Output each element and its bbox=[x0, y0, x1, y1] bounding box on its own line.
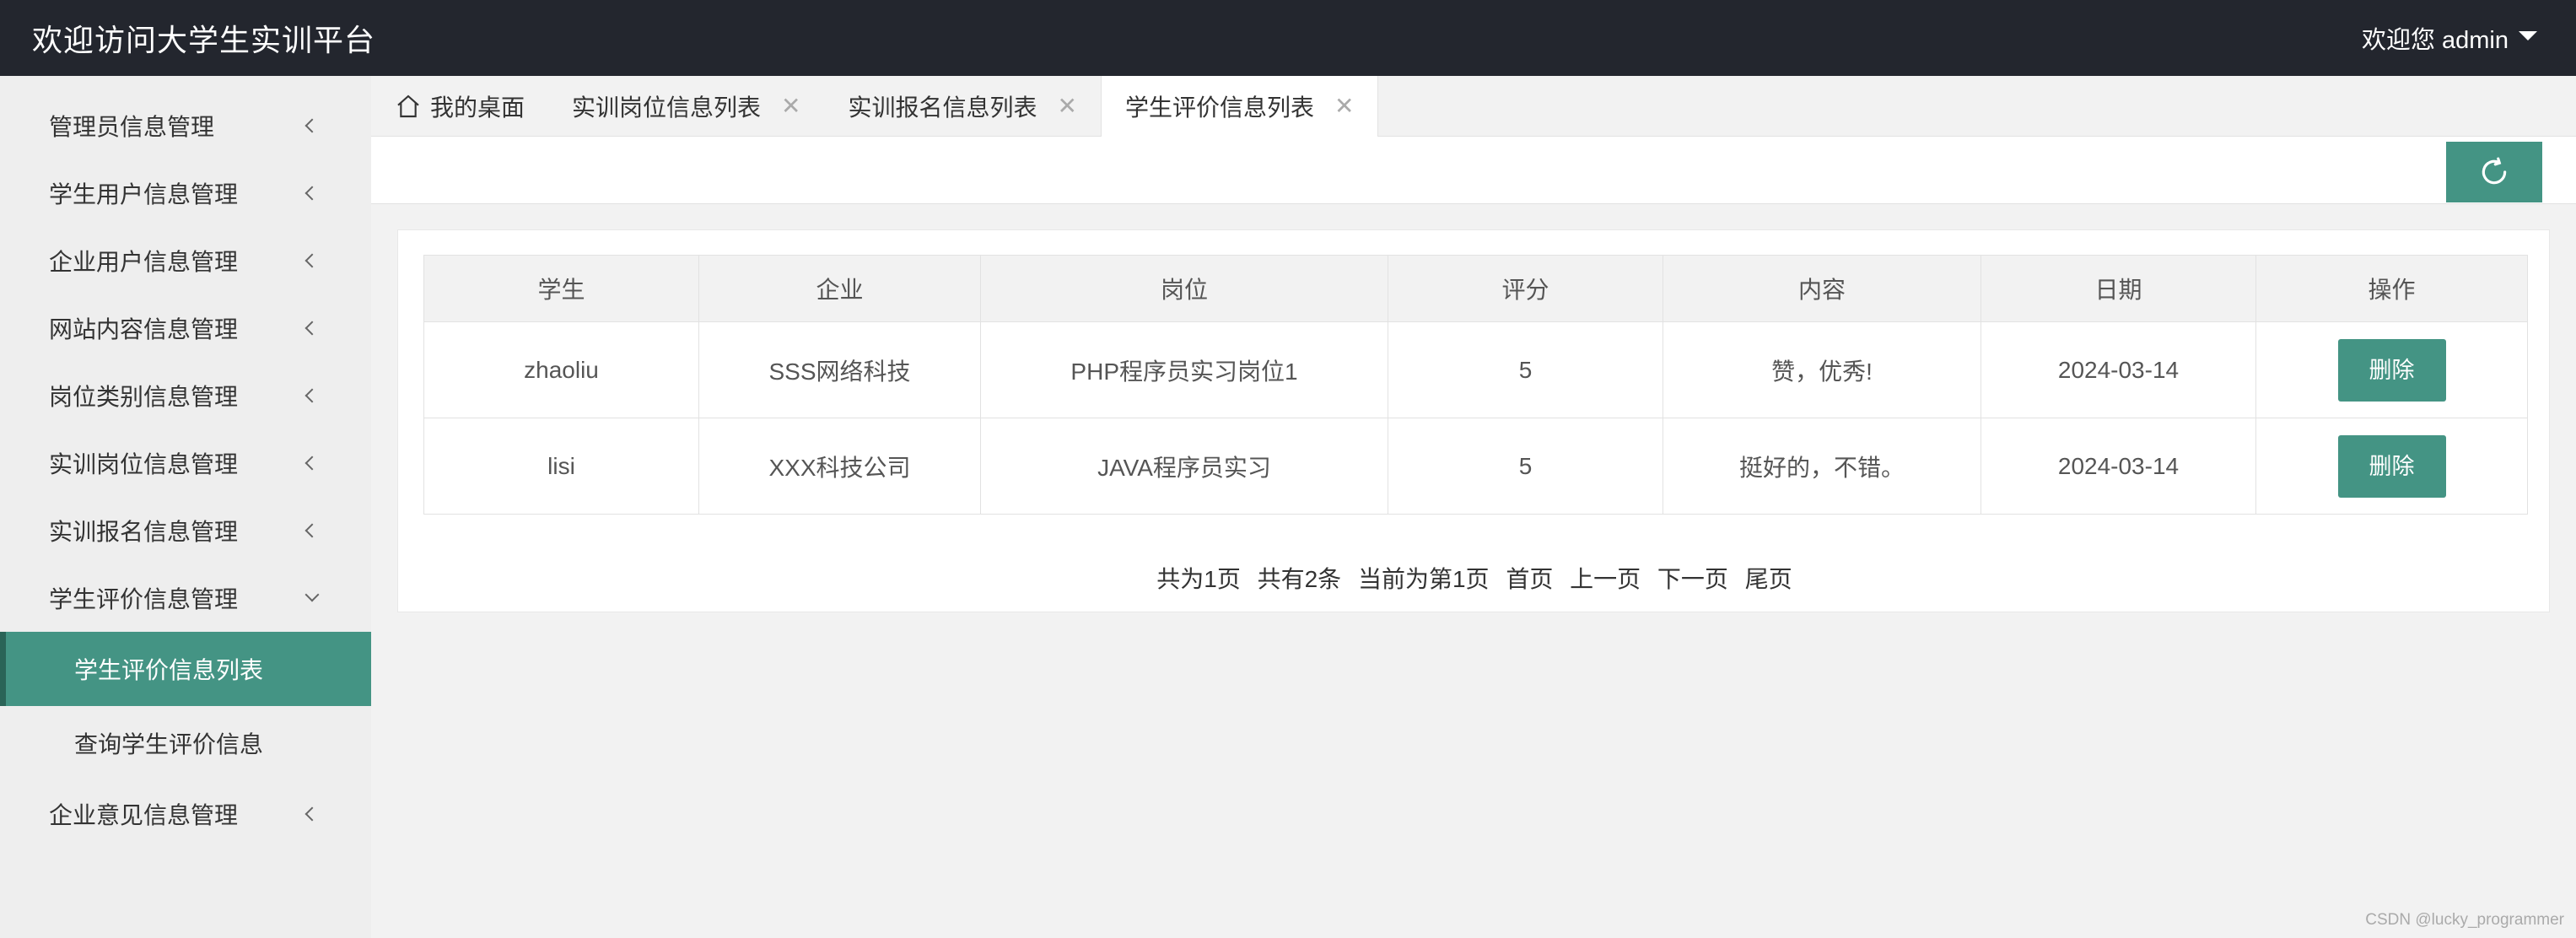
sidebar-item-job-category[interactable]: 岗位类别信息管理 bbox=[0, 362, 371, 429]
sidebar-item-label: 岗位类别信息管理 bbox=[49, 384, 239, 410]
close-icon[interactable]: ✕ bbox=[1334, 94, 1354, 118]
column-header: 企业 bbox=[698, 255, 981, 322]
sidebar-item-label: 管理员信息管理 bbox=[49, 114, 215, 140]
pager-current-page: 当前为第1页 bbox=[1357, 566, 1490, 592]
close-icon[interactable]: ✕ bbox=[781, 94, 800, 118]
cell-date: 2024-03-14 bbox=[1981, 418, 2256, 515]
top-header: 欢迎访问大学生实训平台 欢迎您 admin bbox=[0, 0, 2576, 76]
chevron-left-icon bbox=[304, 321, 320, 336]
chevron-left-icon bbox=[304, 253, 320, 268]
content-card: 学生 企业 岗位 评分 内容 日期 操作 zhaoliu SSS网络科技 PHP… bbox=[397, 229, 2550, 612]
chevron-left-icon bbox=[304, 456, 320, 471]
tab-desktop[interactable]: 我的桌面 bbox=[371, 76, 548, 136]
cell-student: lisi bbox=[423, 418, 699, 515]
tab-student-evaluation[interactable]: 学生评价信息列表 ✕ bbox=[1100, 76, 1379, 137]
cell-score: 5 bbox=[1388, 321, 1663, 418]
sidebar-item-label: 网站内容信息管理 bbox=[49, 316, 239, 342]
table-row: lisi XXX科技公司 JAVA程序员实习 5 挺好的，不错。 2024-03… bbox=[423, 418, 2528, 515]
sidebar-item-label: 实训报名信息管理 bbox=[49, 519, 239, 545]
pager-total-items: 共有2条 bbox=[1257, 566, 1342, 592]
sidebar-item-company-users[interactable]: 企业用户信息管理 bbox=[0, 227, 371, 294]
refresh-icon bbox=[2482, 157, 2507, 185]
tab-training-signup[interactable]: 实训报名信息列表 ✕ bbox=[825, 76, 1101, 136]
cell-score: 5 bbox=[1388, 418, 1663, 515]
watermark: CSDN @lucky_programmer bbox=[2365, 911, 2564, 929]
cell-student: zhaoliu bbox=[423, 321, 699, 418]
tab-label: 我的桌面 bbox=[430, 94, 525, 121]
sidebar-item-student-users[interactable]: 学生用户信息管理 bbox=[0, 159, 371, 227]
toolbar bbox=[371, 137, 2576, 204]
tab-label: 学生评价信息列表 bbox=[1124, 94, 1314, 121]
chevron-left-icon bbox=[304, 186, 320, 201]
table-row: zhaoliu SSS网络科技 PHP程序员实习岗位1 5 赞，优秀! 2024… bbox=[423, 321, 2528, 418]
pager-last-link[interactable]: 尾页 bbox=[1745, 566, 1792, 592]
user-menu[interactable]: 欢迎您 admin bbox=[2362, 20, 2537, 56]
refresh-button[interactable] bbox=[2446, 142, 2542, 202]
column-header: 内容 bbox=[1663, 255, 1981, 322]
pager-prev-link[interactable]: 上一页 bbox=[1570, 566, 1641, 592]
cell-date: 2024-03-14 bbox=[1981, 321, 2256, 418]
close-icon[interactable]: ✕ bbox=[1058, 94, 1077, 118]
sidebar-item-label: 企业意见信息管理 bbox=[49, 802, 239, 828]
caret-down-icon bbox=[2519, 30, 2537, 40]
delete-button[interactable]: 删除 bbox=[2337, 338, 2446, 402]
sidebar-item-label: 学生评价信息管理 bbox=[49, 586, 239, 612]
tab-label: 实训报名信息列表 bbox=[848, 94, 1037, 121]
sidebar-item-site-content[interactable]: 网站内容信息管理 bbox=[0, 294, 371, 362]
app-title: 欢迎访问大学生实训平台 bbox=[32, 23, 376, 57]
cell-company: SSS网络科技 bbox=[698, 321, 981, 418]
sidebar: 管理员信息管理 学生用户信息管理 企业用户信息管理 网站内容信息管理 岗位类别信… bbox=[0, 76, 371, 938]
sidebar-subitem-evaluation-query[interactable]: 查询学生评价信息 bbox=[0, 706, 371, 780]
sidebar-subitem-evaluation-list[interactable]: 学生评价信息列表 bbox=[0, 632, 371, 706]
sidebar-item-label: 学生用户信息管理 bbox=[49, 181, 239, 208]
column-header: 岗位 bbox=[980, 255, 1388, 322]
pagination: 共为1页 共有2条 当前为第1页 首页 上一页 下一页 尾页 bbox=[398, 561, 2551, 595]
chevron-left-icon bbox=[304, 118, 320, 133]
pager-next-link[interactable]: 下一页 bbox=[1657, 566, 1728, 592]
chevron-left-icon bbox=[304, 388, 320, 403]
cell-position: PHP程序员实习岗位1 bbox=[980, 321, 1388, 418]
table-header-row: 学生 企业 岗位 评分 内容 日期 操作 bbox=[423, 255, 2528, 322]
user-greeting: 欢迎您 admin bbox=[2361, 27, 2509, 54]
column-header: 学生 bbox=[423, 255, 699, 322]
tab-label: 实训岗位信息列表 bbox=[572, 94, 762, 121]
cell-content: 挺好的，不错。 bbox=[1663, 418, 1981, 515]
home-icon bbox=[397, 94, 419, 117]
column-header: 评分 bbox=[1388, 255, 1663, 322]
sidebar-item-label: 企业用户信息管理 bbox=[49, 249, 239, 275]
sidebar-item-admin[interactable]: 管理员信息管理 bbox=[0, 92, 371, 159]
sidebar-subitem-label: 查询学生评价信息 bbox=[74, 731, 264, 757]
column-header: 操作 bbox=[2255, 255, 2528, 322]
chevron-down-icon bbox=[304, 587, 320, 602]
pager-total-pages: 共为1页 bbox=[1156, 566, 1241, 592]
tab-training-positions[interactable]: 实训岗位信息列表 ✕ bbox=[548, 76, 824, 136]
tab-bar: 我的桌面 实训岗位信息列表 ✕ 实训报名信息列表 ✕ 学生评价信息列表 ✕ bbox=[371, 76, 2576, 137]
cell-position: JAVA程序员实习 bbox=[980, 418, 1388, 515]
sidebar-subitem-label: 学生评价信息列表 bbox=[74, 657, 264, 683]
column-header: 日期 bbox=[1981, 255, 2256, 322]
cell-action: 删除 bbox=[2255, 321, 2528, 418]
pager-first-link[interactable]: 首页 bbox=[1506, 566, 1553, 592]
chevron-left-icon bbox=[304, 523, 320, 538]
sidebar-item-training-signup[interactable]: 实训报名信息管理 bbox=[0, 497, 371, 564]
sidebar-item-training-positions[interactable]: 实训岗位信息管理 bbox=[0, 429, 371, 497]
delete-button[interactable]: 删除 bbox=[2337, 434, 2446, 498]
sidebar-item-label: 实训岗位信息管理 bbox=[49, 451, 239, 477]
evaluation-table: 学生 企业 岗位 评分 内容 日期 操作 zhaoliu SSS网络科技 PHP… bbox=[423, 255, 2528, 515]
cell-content: 赞，优秀! bbox=[1663, 321, 1981, 418]
sidebar-item-company-feedback[interactable]: 企业意见信息管理 bbox=[0, 780, 371, 848]
cell-action: 删除 bbox=[2255, 418, 2528, 515]
cell-company: XXX科技公司 bbox=[698, 418, 981, 515]
chevron-left-icon bbox=[304, 806, 320, 822]
sidebar-item-student-evaluation[interactable]: 学生评价信息管理 bbox=[0, 564, 371, 632]
